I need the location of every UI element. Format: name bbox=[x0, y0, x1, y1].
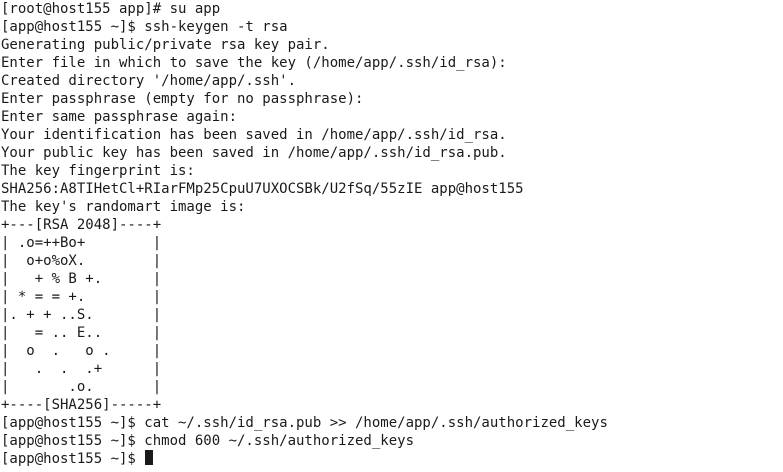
shell-prompt: [app@host155 ~]$ bbox=[1, 451, 145, 467]
randomart-line: | .o. | bbox=[1, 379, 162, 395]
randomart-line: | o . o . | bbox=[1, 343, 162, 359]
terminal-line: Enter same passphrase again: bbox=[1, 109, 238, 125]
terminal-line: Your identification has been saved in /h… bbox=[1, 127, 507, 143]
terminal-line: The key's randomart image is: bbox=[1, 199, 246, 215]
randomart-line: +---[RSA 2048]----+ bbox=[1, 217, 162, 233]
randomart-line: | * = = +. | bbox=[1, 289, 162, 305]
terminal-line: Enter passphrase (empty for no passphras… bbox=[1, 91, 364, 107]
randomart-line: | = .. E.. | bbox=[1, 325, 162, 341]
randomart-line: |. + + ..S. | bbox=[1, 307, 162, 323]
terminal-line: [app@host155 ~]$ cat ~/.ssh/id_rsa.pub >… bbox=[1, 415, 608, 431]
fingerprint-line: SHA256:A8TIHetCl+RIarFMp25CpuU7UXOCSBk/U… bbox=[1, 181, 524, 197]
randomart-line: | . . .+ | bbox=[1, 361, 162, 377]
terminal-line: [app@host155 ~]$ ssh-keygen -t rsa bbox=[1, 19, 288, 35]
text-cursor bbox=[145, 450, 154, 465]
terminal-line: The key fingerprint is: bbox=[1, 163, 195, 179]
terminal-line: Generating public/private rsa key pair. bbox=[1, 37, 330, 53]
terminal-line: Your public key has been saved in /home/… bbox=[1, 145, 507, 161]
terminal-window[interactable]: [root@host155 app]# su app [app@host155 … bbox=[0, 0, 783, 472]
terminal-line: Enter file in which to save the key (/ho… bbox=[1, 55, 507, 71]
terminal-line: Created directory '/home/app/.ssh'. bbox=[1, 73, 297, 89]
randomart-line: | + % B +. | bbox=[1, 271, 162, 287]
randomart-line: | .o=++Bo+ | bbox=[1, 235, 162, 251]
command-input-line[interactable]: [app@host155 ~]$ bbox=[0, 450, 783, 468]
terminal-line: [root@host155 app]# su app bbox=[1, 1, 221, 17]
terminal-line: [app@host155 ~]$ chmod 600 ~/.ssh/author… bbox=[1, 433, 415, 449]
randomart-line: | o+o%oX. | bbox=[1, 253, 162, 269]
randomart-line: +----[SHA256]-----+ bbox=[1, 397, 162, 413]
